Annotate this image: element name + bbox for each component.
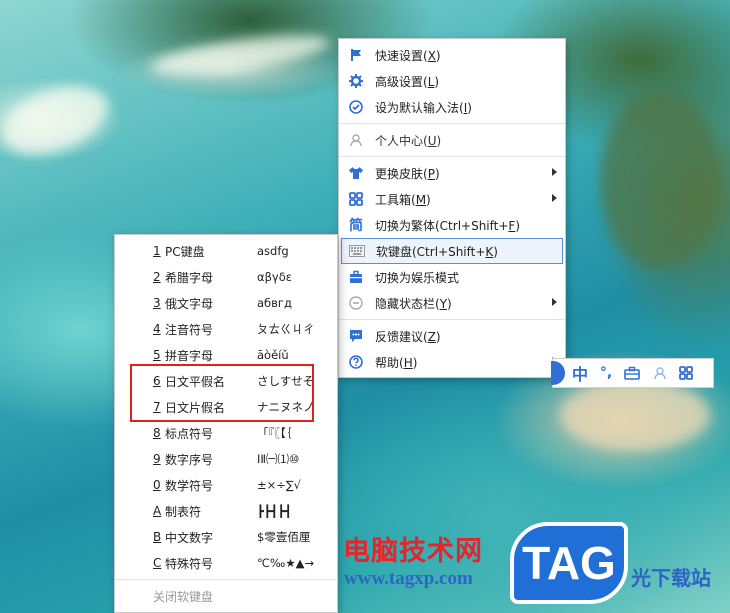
kb-item-pc[interactable]: 1 PC键盘 asdfg xyxy=(115,238,337,264)
kb-item-zhuyin[interactable]: 4 注音符号 ㄆㄊㄍㄐㄔ xyxy=(115,316,337,342)
chat-icon xyxy=(348,328,364,344)
ime-toolbox-button[interactable] xyxy=(617,359,647,387)
menu-item-toolbox[interactable]: 工具箱(M) xyxy=(339,186,565,212)
watermark-site-name: 光下载站 xyxy=(631,566,711,590)
kb-item-box-drawing[interactable]: A 制表符 ┣┣┫┣┫ xyxy=(115,498,337,524)
close-soft-keyboard-item[interactable]: 关闭软键盘 xyxy=(115,583,337,609)
menu-separator xyxy=(339,156,565,157)
menu-item-personal-center[interactable]: 个人中心(U) xyxy=(339,127,565,153)
menu-item-feedback[interactable]: 反馈建议(Z) xyxy=(339,323,565,349)
check-circle-icon xyxy=(348,99,364,115)
grid-icon xyxy=(679,366,693,380)
sandbar xyxy=(148,27,332,83)
soft-keyboard-menu: 1 PC键盘 asdfg 2 希腊字母 αβγδε 3 俄文字母 абвгд 4 注音符号 ㄆㄊ… xyxy=(114,234,338,613)
annotation-highlight-box xyxy=(130,364,314,422)
menu-item-quick-settings[interactable]: 快速设置(X) xyxy=(339,42,565,68)
watermark-url: www.tagxp.com xyxy=(344,568,473,589)
question-icon xyxy=(348,354,364,370)
ime-menu-button[interactable] xyxy=(673,359,699,387)
menu-item-entertainment-mode[interactable]: 切换为娱乐模式 xyxy=(339,264,565,290)
menu-item-set-default-ime[interactable]: 设为默认输入法(I) xyxy=(339,94,565,120)
kb-item-greek[interactable]: 2 希腊字母 αβγδε xyxy=(115,264,337,290)
traditional-char-icon: 简 xyxy=(349,218,363,234)
ime-punctuation-toggle[interactable]: °, xyxy=(595,359,617,387)
submenu-arrow-icon xyxy=(552,168,557,176)
gear-icon xyxy=(348,73,364,89)
island-vegetation xyxy=(600,90,720,270)
grid-icon xyxy=(348,191,364,207)
user-icon xyxy=(348,132,364,148)
menu-item-change-skin[interactable]: 更换皮肤(P) xyxy=(339,160,565,186)
menu-item-soft-keyboard[interactable]: 软键盘(Ctrl+Shift+K) xyxy=(341,238,563,264)
briefcase-icon xyxy=(348,269,364,285)
menu-item-help[interactable]: 帮助(H) xyxy=(339,349,565,375)
sandbar xyxy=(0,72,117,168)
sandbar xyxy=(560,380,710,450)
menu-item-advanced-settings[interactable]: 高级设置(L) xyxy=(339,68,565,94)
menu-item-switch-traditional[interactable]: 简 切换为繁体(Ctrl+Shift+F) xyxy=(339,212,565,238)
shirt-icon xyxy=(348,165,364,181)
ime-user-button[interactable] xyxy=(647,359,673,387)
kb-item-chinese-numerals[interactable]: B 中文数字 $零壹佰厘 xyxy=(115,524,337,550)
user-icon xyxy=(654,367,666,380)
menu-separator xyxy=(339,319,565,320)
ime-logo-icon[interactable] xyxy=(551,361,565,385)
ime-context-menu: 快速设置(X) 高级设置(L) 设为默认输入法(I) 个人中心(U) 更换皮肤(… xyxy=(338,38,566,378)
menu-item-hide-statusbar[interactable]: 隐藏状态栏(Y) xyxy=(339,290,565,316)
watermark-tag-logo: TAG xyxy=(510,522,628,604)
watermark-title: 电脑技术网 xyxy=(343,536,483,567)
submenu-arrow-icon xyxy=(552,298,557,306)
kb-item-number-index[interactable]: 9 数字序号 ⅠⅡ㈠⑴⑩ xyxy=(115,446,337,472)
kb-item-special-symbols[interactable]: C 特殊符号 ℃‰★▲→ xyxy=(115,550,337,576)
kb-item-math[interactable]: 0 数学符号 ±×÷∑√ xyxy=(115,472,337,498)
keyboard-icon xyxy=(349,243,365,259)
ime-status-bar[interactable]: 中 °, xyxy=(551,358,714,388)
menu-separator xyxy=(115,579,337,580)
menu-separator xyxy=(339,123,565,124)
submenu-arrow-icon xyxy=(552,194,557,202)
minus-circle-icon xyxy=(348,295,364,311)
kb-item-punctuation[interactable]: 8 标点符号 「『〖【｛ xyxy=(115,420,337,446)
ime-mode-toggle[interactable]: 中 xyxy=(565,359,595,387)
flag-icon xyxy=(348,47,364,63)
briefcase-icon xyxy=(624,366,640,380)
kb-item-russian[interactable]: 3 俄文字母 абвгд xyxy=(115,290,337,316)
